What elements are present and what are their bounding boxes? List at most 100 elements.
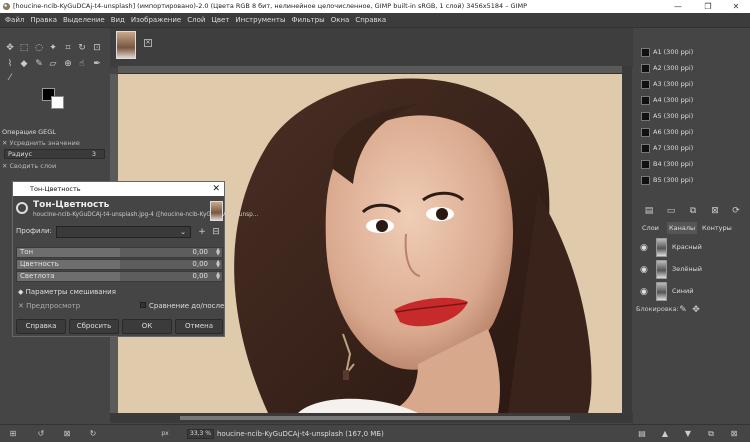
- brush-item[interactable]: A1 (300 ppi): [641, 45, 741, 60]
- dialog-close-button[interactable]: ✕: [212, 182, 220, 196]
- brush-refresh-icon[interactable]: ⟳: [730, 205, 742, 217]
- compare-checkbox[interactable]: Сравнение до/после: [140, 302, 224, 310]
- scrollbar-thumb[interactable]: [180, 416, 570, 420]
- menu-view[interactable]: Вид: [108, 13, 128, 28]
- brush-swatch: [641, 176, 650, 185]
- menu-file[interactable]: Файл: [0, 13, 27, 28]
- brush-item[interactable]: A2 (300 ppi): [641, 61, 741, 76]
- eye-icon[interactable]: ◉: [640, 243, 648, 253]
- menu-help[interactable]: Справка: [352, 13, 389, 28]
- menu-colors[interactable]: Цвет: [208, 13, 232, 28]
- brush-new-icon[interactable]: ▭: [665, 205, 677, 217]
- hue-slider[interactable]: Тон 0,00 ▲ ▼: [16, 247, 223, 258]
- lower-icon[interactable]: ▼: [683, 429, 693, 439]
- eye-icon[interactable]: ◉: [640, 265, 648, 275]
- tab-layers[interactable]: Слои: [640, 222, 661, 234]
- merge-layers-option[interactable]: ✕ Сводить слои: [2, 162, 56, 170]
- menu-windows[interactable]: Окна: [328, 13, 353, 28]
- channel-thumbnail: [656, 282, 667, 301]
- smudge-tool-icon[interactable]: ☝: [76, 58, 88, 70]
- average-option[interactable]: ✕ Усреднить значение: [2, 139, 80, 147]
- image-tab-thumbnail[interactable]: [116, 31, 136, 59]
- vertical-scrollbar[interactable]: [622, 66, 632, 416]
- horizontal-scrollbar[interactable]: [110, 413, 633, 423]
- lightness-slider[interactable]: Светлота 0,00 ▲ ▼: [16, 271, 223, 282]
- preview-checkbox[interactable]: ✕ Предпросмотр: [18, 302, 80, 310]
- brush-edit-icon[interactable]: ▤: [643, 205, 655, 217]
- raise-icon[interactable]: ▲: [660, 429, 670, 439]
- spin-icon[interactable]: ▲ ▼: [216, 248, 220, 257]
- delete-icon[interactable]: ⊠: [62, 429, 72, 439]
- color-picker-icon[interactable]: ⁄: [4, 72, 16, 84]
- brush-item[interactable]: A6 (300 ppi): [641, 125, 741, 140]
- lasso-tool-icon[interactable]: ◌: [33, 42, 45, 54]
- check-icon: ✕: [2, 139, 10, 147]
- brush-item[interactable]: A4 (300 ppi): [641, 93, 741, 108]
- close-tab-icon[interactable]: ✕: [144, 39, 152, 47]
- radius-spinner[interactable]: Радиус 3: [4, 149, 105, 159]
- brush-item[interactable]: A7 (300 ppi): [641, 141, 741, 156]
- close-window-button[interactable]: ✕: [722, 0, 750, 13]
- eraser-icon[interactable]: ▱: [47, 58, 59, 70]
- reset-icon[interactable]: ↻: [88, 429, 98, 439]
- delete-layer-icon[interactable]: ⊠: [729, 429, 739, 439]
- eye-icon[interactable]: ◉: [640, 287, 648, 297]
- menu-select[interactable]: Выделение: [60, 13, 108, 28]
- dialog-titlebar[interactable]: Тон-Цветность: [13, 182, 224, 196]
- unit-select[interactable]: px: [160, 429, 170, 439]
- crop-tool-icon[interactable]: ⬚: [18, 42, 30, 54]
- paths-tool-icon[interactable]: ✒: [91, 58, 103, 70]
- spin-icon[interactable]: ▲ ▼: [216, 260, 220, 269]
- channel-row[interactable]: ◉ Синий: [637, 281, 750, 302]
- menu-layer[interactable]: Слой: [184, 13, 208, 28]
- crop-icon[interactable]: ⌗: [62, 42, 74, 54]
- fuzzy-select-icon[interactable]: ✦: [47, 42, 59, 54]
- add-profile-icon[interactable]: +: [196, 226, 208, 238]
- brush-item[interactable]: B4 (300 ppi): [641, 157, 741, 172]
- lock-position-icon[interactable]: ✥: [690, 304, 702, 316]
- help-button[interactable]: Справка: [16, 319, 66, 334]
- brush-item[interactable]: A3 (300 ppi): [641, 77, 741, 92]
- move-tool-icon[interactable]: ✥: [4, 42, 16, 54]
- rotate-tool-icon[interactable]: ↻: [76, 42, 88, 54]
- ok-button[interactable]: ОК: [122, 319, 172, 334]
- spin-icon[interactable]: ▲ ▼: [216, 272, 220, 281]
- paintbrush-icon[interactable]: ✎: [33, 58, 45, 70]
- tab-paths[interactable]: Контуры: [700, 222, 734, 234]
- clone-tool-icon[interactable]: ⊕: [62, 58, 74, 70]
- check-icon: ✕: [2, 162, 10, 170]
- brush-item[interactable]: B5 (300 ppi): [641, 173, 741, 188]
- brush-duplicate-icon[interactable]: ⧉: [687, 205, 699, 217]
- lock-pixels-icon[interactable]: ✎: [677, 304, 689, 316]
- hue-saturation-dialog: Тон-Цветность ✕ Тон-Цветность houcine-nc…: [12, 181, 258, 337]
- warp-transform-icon[interactable]: ⌇: [4, 58, 16, 70]
- profiles-select[interactable]: ⌄: [56, 226, 191, 238]
- profile-menu-icon[interactable]: ⊟: [210, 226, 222, 238]
- save-options-icon[interactable]: ⊞: [8, 429, 18, 439]
- profiles-label: Профили:: [16, 227, 52, 235]
- undo-icon[interactable]: ↺: [36, 429, 46, 439]
- minimize-button[interactable]: —: [664, 0, 692, 13]
- saturation-slider[interactable]: Цветность 0,00 ▲ ▼: [16, 259, 223, 270]
- warp-tool-icon[interactable]: ⊡: [91, 42, 103, 54]
- bucket-fill-icon[interactable]: ◆: [18, 58, 30, 70]
- channel-row[interactable]: ◉ Зелёный: [637, 259, 750, 280]
- brush-item[interactable]: A5 (300 ppi): [641, 109, 741, 124]
- horizontal-ruler[interactable]: [118, 66, 622, 74]
- background-color-swatch[interactable]: [51, 96, 64, 109]
- duplicate-icon[interactable]: ⧉: [706, 429, 716, 439]
- maximize-button[interactable]: ❐: [694, 0, 722, 13]
- menu-filters[interactable]: Фильтры: [288, 13, 327, 28]
- brush-delete-icon[interactable]: ⊠: [709, 205, 721, 217]
- menu-edit[interactable]: Правка: [27, 13, 60, 28]
- layer-new-icon[interactable]: ▤: [637, 429, 647, 439]
- blend-options-expander[interactable]: ◆ Параметры смешивания: [18, 288, 116, 296]
- channel-row[interactable]: ◉ Красный: [637, 237, 750, 258]
- cancel-button[interactable]: Отмена: [175, 319, 223, 334]
- menu-tools[interactable]: Инструменты: [232, 13, 288, 28]
- radius-value: 3: [91, 150, 96, 158]
- menu-image[interactable]: Изображение: [128, 13, 184, 28]
- reset-button[interactable]: Сбросить: [69, 319, 119, 334]
- tab-channels[interactable]: Каналы: [667, 222, 698, 234]
- zoom-select[interactable]: 33,3 %: [187, 429, 214, 439]
